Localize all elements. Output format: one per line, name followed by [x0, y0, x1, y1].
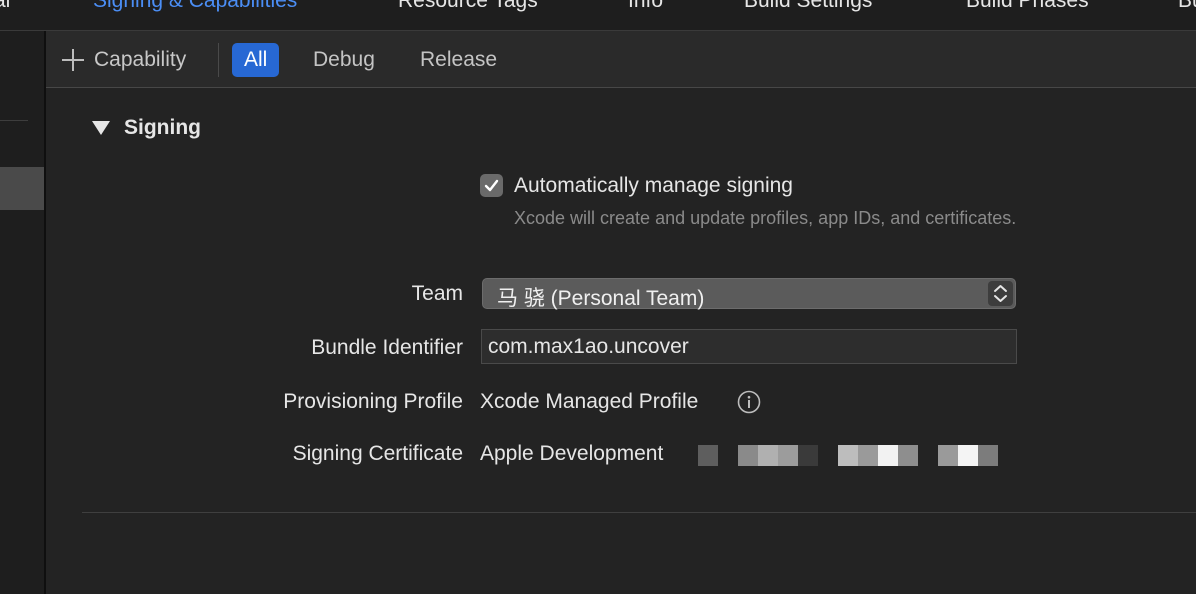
bundle-identifier-label: Bundle Identifier	[311, 336, 463, 359]
bundle-identifier-field[interactable]	[488, 332, 1008, 361]
provisioning-profile-value: Xcode Managed Profile	[480, 390, 699, 413]
plus-icon	[62, 49, 84, 71]
editor-tab-bar: al Signing & Capabilities Resource Tags …	[0, 0, 1196, 31]
targets-sidebar	[0, 31, 44, 594]
auto-manage-signing-label[interactable]: Automatically manage signing	[514, 174, 793, 198]
popup-arrows-icon	[988, 281, 1013, 306]
filter-debug[interactable]: Debug	[301, 43, 387, 77]
tab-signing-capabilities[interactable]: Signing & Capabilities	[93, 0, 297, 13]
info-icon[interactable]	[737, 390, 761, 414]
auto-manage-signing-checkbox[interactable]	[480, 174, 503, 197]
checkmark-icon	[484, 179, 499, 192]
filter-release[interactable]: Release	[408, 43, 509, 77]
redacted-certificate-id	[738, 445, 818, 466]
provisioning-profile-label: Provisioning Profile	[283, 390, 463, 413]
team-popup[interactable]: 马 骁 (Personal Team)	[482, 278, 1016, 310]
tab-build-rules[interactable]: Bu	[1178, 0, 1196, 13]
disclosure-triangle-icon[interactable]	[92, 121, 110, 135]
section-divider	[82, 512, 1196, 513]
sidebar-divider	[0, 120, 28, 121]
tab-build-settings[interactable]: Build Settings	[744, 0, 872, 13]
tab-general[interactable]: al	[0, 0, 10, 13]
tab-build-phases[interactable]: Build Phases	[966, 0, 1089, 13]
signing-capabilities-editor: Capability All Debug Release Signing Aut…	[46, 31, 1196, 594]
tab-info[interactable]: Info	[628, 0, 663, 13]
sidebar-selected-target[interactable]	[0, 167, 44, 210]
filter-bar-separator	[218, 43, 219, 77]
auto-manage-signing-help: Xcode will create and update profiles, a…	[514, 208, 1017, 228]
team-value: 马 骁 (Personal Team)	[497, 287, 705, 310]
signing-certificate-value: Apple Development	[480, 442, 664, 465]
signing-certificate-label: Signing Certificate	[292, 442, 463, 465]
bundle-identifier-field-container	[481, 329, 1017, 364]
section-title: Signing	[124, 116, 201, 139]
filter-all[interactable]: All	[232, 43, 280, 77]
add-capability-label: Capability	[94, 48, 187, 71]
redacted-certificate-id	[938, 445, 998, 466]
add-capability-button[interactable]: Capability	[62, 47, 186, 73]
signing-section-header[interactable]: Signing	[92, 116, 201, 140]
capability-filter-bar: Capability All Debug Release	[46, 31, 1196, 88]
team-label: Team	[411, 282, 463, 305]
redacted-certificate-id	[838, 445, 918, 466]
tab-resource-tags[interactable]: Resource Tags	[398, 0, 538, 13]
redacted-certificate-id	[698, 445, 718, 466]
